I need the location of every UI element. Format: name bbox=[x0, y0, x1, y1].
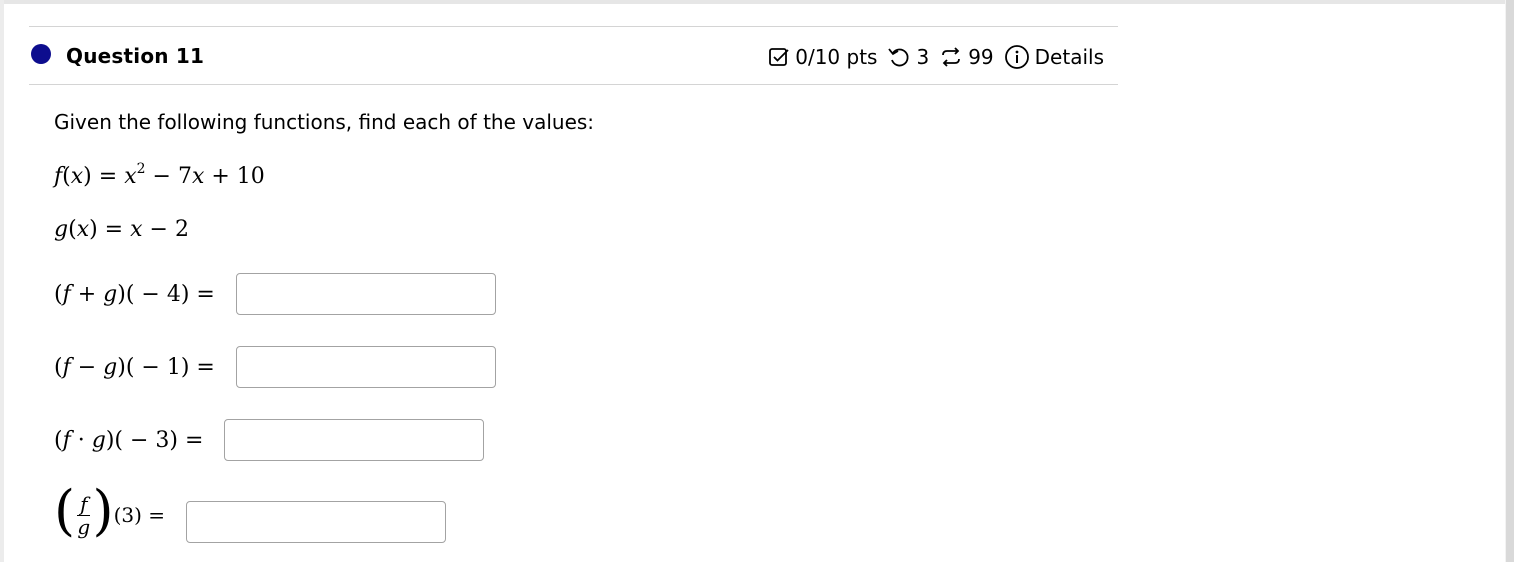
scrollbar-track[interactable] bbox=[1506, 0, 1514, 562]
part-2-expression: (f − g)( − 1) = bbox=[54, 355, 215, 380]
header-top-divider bbox=[29, 26, 1118, 27]
retries-text: 3 bbox=[916, 45, 930, 69]
part-3-expression: (f · g)( − 3) = bbox=[54, 428, 204, 453]
retry-icon bbox=[887, 46, 911, 68]
question-prompt: Given the following functions, find each… bbox=[54, 110, 595, 134]
info-icon[interactable] bbox=[1004, 44, 1030, 70]
question-status-dot bbox=[31, 44, 51, 64]
answer-input-3[interactable] bbox=[224, 419, 484, 461]
answer-input-4[interactable] bbox=[186, 501, 446, 543]
function-f: f(x) = x2 − 7x + 10 bbox=[54, 161, 265, 189]
fraction-f-over-g: fg bbox=[77, 491, 91, 539]
question-meta: 0/10 pts 3 99 Details bbox=[768, 42, 1104, 72]
header-bottom-divider bbox=[29, 84, 1118, 85]
attempts-icon bbox=[939, 46, 963, 68]
attempts-text: 99 bbox=[968, 45, 994, 69]
answer-input-2[interactable] bbox=[236, 346, 496, 388]
window-top-border bbox=[0, 0, 1514, 4]
answer-input-1[interactable] bbox=[236, 273, 496, 315]
question-title: Question 11 bbox=[66, 44, 205, 68]
checkbox-icon bbox=[768, 46, 790, 68]
details-link[interactable]: Details bbox=[1035, 45, 1104, 69]
part-4-expression: (f g)(3) = bbox=[54, 479, 166, 542]
points-text: 0/10 pts bbox=[795, 45, 878, 69]
function-g: g(x) = x − 2 bbox=[54, 217, 189, 242]
part-1-expression: (f + g)( − 4) = bbox=[54, 282, 215, 307]
window-left-border bbox=[0, 0, 4, 562]
